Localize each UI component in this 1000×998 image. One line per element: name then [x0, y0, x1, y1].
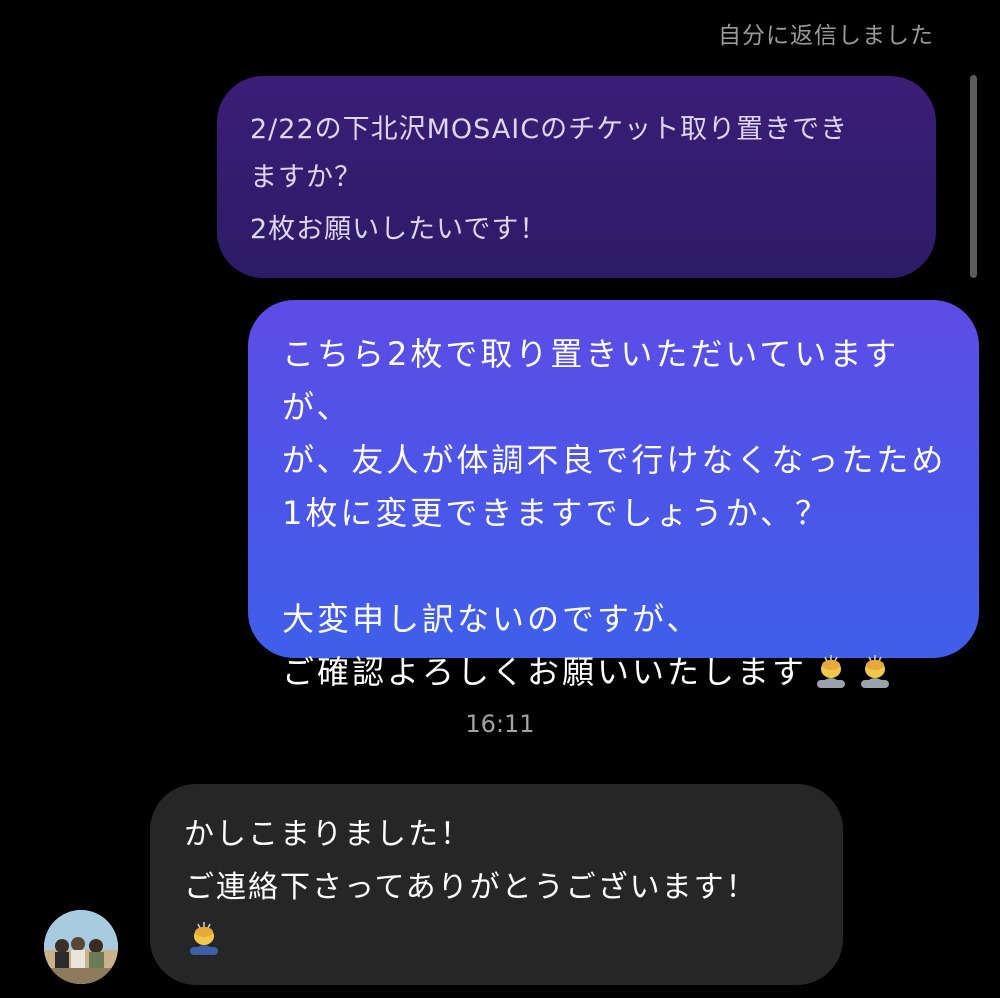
sent-message-text: ご確認よろしくお願いいたします [282, 653, 808, 691]
sent-message-text: こちら2枚で取り置きいただいていますが、 [282, 335, 900, 426]
message-timestamp: 16:11 [465, 710, 535, 738]
sender-avatar[interactable] [44, 910, 118, 984]
quoted-message-line: 2枚お願いしたいです！ [250, 214, 548, 245]
sent-message-bubble[interactable]: こちら2枚で取り置きいただいていますが、 が、友人が体調不良で行けなくなったため… [248, 300, 979, 691]
bowing-person-emoji-icon [184, 920, 224, 956]
sent-message-line: 大変申し訳ないのですが、 [282, 600, 702, 638]
sent-message-line: 1枚に変更できますでしょうか、？ [282, 494, 831, 532]
quoted-message-line: ますか？ [250, 162, 362, 193]
sent-message-line: が、友人が体調不良で行けなくなったため [282, 441, 947, 479]
quoted-message-bubble[interactable]: 2/22の下北沢MOSAICのチケット取り置きでき ますか？ 2枚お願いしたいで… [217, 76, 936, 278]
bowing-person-emoji-icon [855, 652, 895, 688]
bowing-person-emoji-icon [811, 652, 851, 688]
received-message-line: かしこまりました！ [184, 817, 472, 852]
quoted-message-line: 2/22の下北沢MOSAICのチケット取り置きでき [250, 114, 849, 145]
chat-screen: 自分に返信しました 2/22の下北沢MOSAICのチケット取り置きでき ますか？… [0, 0, 1000, 998]
received-message-bubble[interactable]: かしこまりました！ ご連絡下さってありがとうございます！ [150, 784, 843, 985]
line-break [282, 540, 959, 593]
sent-message-line: ご確認よろしくお願いいたします [282, 646, 959, 699]
sent-message-line: こちら2枚で取り置きいただいていますが、 [282, 328, 959, 434]
received-message-line [184, 914, 823, 967]
scrollbar[interactable] [970, 75, 977, 278]
received-message-line: ご連絡下さってありがとうございます！ [184, 870, 758, 905]
reply-context-label: 自分に返信しました [718, 23, 934, 49]
